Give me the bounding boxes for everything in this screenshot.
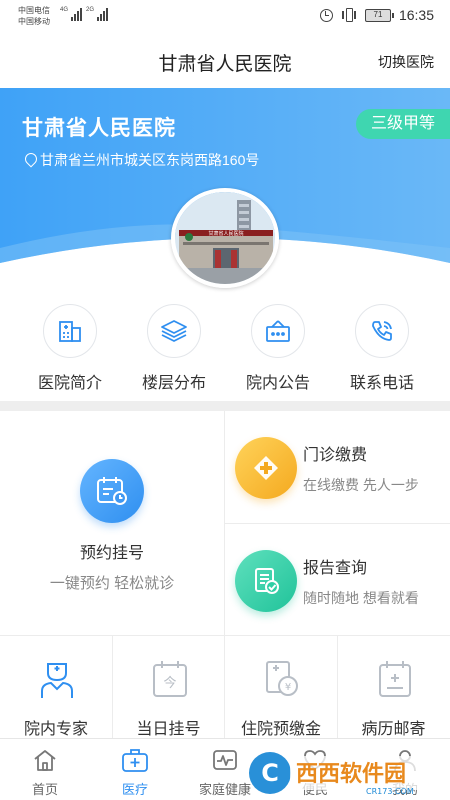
svg-text:¥: ¥ xyxy=(285,682,291,693)
app-header: 甘肃省人民医院 切换医院 xyxy=(0,32,450,88)
service-medical-record-mail[interactable]: 病历邮寄 xyxy=(338,636,450,738)
tab-label: 首页 xyxy=(31,782,58,797)
calendar-clock-icon xyxy=(80,459,144,523)
address-text: 甘肃省兰州市城关区东岗西路160号 xyxy=(40,152,260,168)
building-icon xyxy=(43,304,97,358)
svg-text:C: C xyxy=(261,759,279,787)
network-type-1: 4G xyxy=(60,7,69,13)
building-sign: 甘肃省人民医院 xyxy=(208,230,243,237)
nav-contact-phone[interactable]: 联系电话 xyxy=(330,293,434,401)
service-row: 院内专家 今 当日挂号 ¥ 住院预缴金 病历邮寄 xyxy=(0,636,450,738)
appointment-title: 预约挂号 xyxy=(79,545,144,562)
hospital-photo[interactable]: 甘肃省人民医院 xyxy=(171,188,279,288)
watermark-sub: CR173.COM xyxy=(366,787,414,796)
report-query-card[interactable]: 报告查询 随时随地 想看就看 xyxy=(225,524,450,636)
hospital-banner: 甘肃省人民医院 三级甲等 甘肃省兰州市城关区东岗西路160号 甘肃省人民医院 xyxy=(0,88,450,293)
watermark-text: 西西软件园 xyxy=(296,761,406,787)
service-label: 院内专家 xyxy=(23,721,88,738)
service-label: 当日挂号 xyxy=(136,721,201,738)
report-subtitle: 随时随地 想看就看 xyxy=(303,590,419,606)
carrier-2: 中国移动 xyxy=(18,17,50,26)
appointment-card[interactable]: 预约挂号 一键预约 轻松就诊 xyxy=(0,411,225,636)
location-pin-icon xyxy=(24,153,36,167)
payment-plus-icon xyxy=(235,437,297,499)
service-label: 住院预缴金 xyxy=(240,721,321,738)
quick-nav: 医院简介 楼层分布 院内公告 联系电话 xyxy=(0,293,450,401)
report-check-icon xyxy=(235,550,297,612)
phone-icon xyxy=(355,304,409,358)
network-type-2: 2G xyxy=(86,7,95,13)
tab-label: 医疗 xyxy=(121,782,148,797)
carrier-info: 中国电信 中国移动 xyxy=(18,5,50,27)
service-hospital-experts[interactable]: 院内专家 xyxy=(0,636,113,738)
carrier-1: 中国电信 xyxy=(18,6,50,15)
deposit-icon: ¥ xyxy=(261,656,303,702)
heartbeat-icon xyxy=(211,747,239,773)
cr173-watermark-logo: C 西西软件园 CR173.COM xyxy=(249,752,438,796)
nav-hospital-intro[interactable]: 医院简介 xyxy=(18,293,122,401)
nav-label: 院内公告 xyxy=(245,375,310,392)
section-divider xyxy=(0,401,450,411)
nav-floor-layout[interactable]: 楼层分布 xyxy=(122,293,226,401)
medical-record-icon xyxy=(374,656,416,702)
notice-board-icon xyxy=(251,304,305,358)
grade-badge: 三级甲等 xyxy=(356,109,450,139)
status-bar: 中国电信 中国移动 4G 2G 71 16:35 xyxy=(0,0,450,32)
nav-label: 医院简介 xyxy=(37,375,102,392)
layers-icon xyxy=(147,304,201,358)
payment-subtitle: 在线缴费 先人一步 xyxy=(303,477,419,493)
payment-title: 门诊缴费 xyxy=(303,447,368,464)
home-icon xyxy=(31,747,59,773)
alarm-icon xyxy=(319,8,333,22)
hospital-address: 甘肃省兰州市城关区东岗西路160号 xyxy=(24,150,259,170)
nav-label: 楼层分布 xyxy=(141,375,206,392)
signal-1-icon: 4G xyxy=(60,7,83,21)
clock: 16:35 xyxy=(398,7,434,23)
medical-kit-icon xyxy=(121,747,149,773)
tab-home[interactable]: 首页 xyxy=(0,739,90,800)
hospital-building-image: 甘肃省人民医院 xyxy=(175,192,275,284)
nav-announcements[interactable]: 院内公告 xyxy=(226,293,330,401)
battery-icon: 71 xyxy=(364,8,394,22)
calendar-today-icon: 今 xyxy=(149,656,191,702)
signal-2-icon: 2G xyxy=(86,7,109,21)
report-title: 报告查询 xyxy=(303,560,368,577)
vibrate-icon xyxy=(341,8,357,22)
svg-text:今: 今 xyxy=(163,675,176,691)
outpatient-payment-card[interactable]: 门诊缴费 在线缴费 先人一步 xyxy=(225,411,450,524)
hospital-name: 甘肃省人民医院 xyxy=(22,117,176,140)
nav-label: 联系电话 xyxy=(349,375,414,392)
doctor-icon xyxy=(36,656,78,702)
switch-hospital-button[interactable]: 切换医院 xyxy=(378,52,434,72)
service-same-day-registration[interactable]: 今 当日挂号 xyxy=(113,636,225,738)
appointment-subtitle: 一键预约 轻松就诊 xyxy=(49,575,175,592)
service-label: 病历邮寄 xyxy=(361,721,426,738)
tab-medical[interactable]: 医疗 xyxy=(90,739,180,800)
service-inpatient-deposit[interactable]: ¥ 住院预缴金 xyxy=(225,636,338,738)
